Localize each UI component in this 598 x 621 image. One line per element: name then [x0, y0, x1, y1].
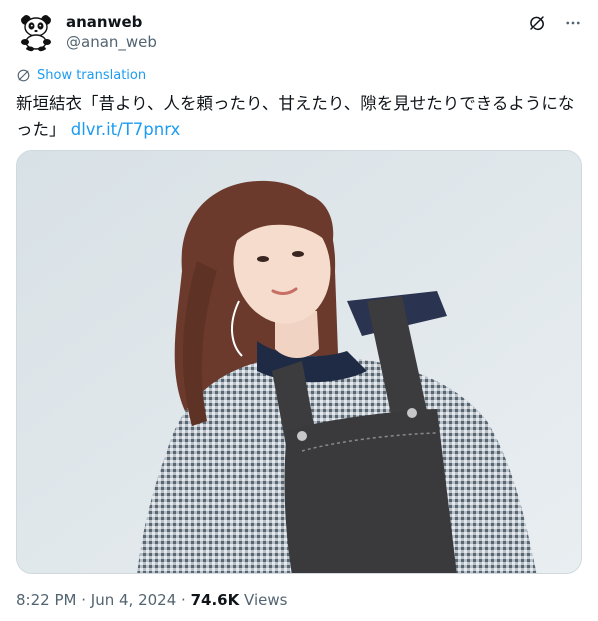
grok-icon	[530, 16, 544, 31]
tweet-time[interactable]: 8:22 PM	[16, 591, 76, 609]
grok-button[interactable]	[524, 10, 550, 36]
author-handle[interactable]: @anan_web	[66, 32, 157, 52]
avatar[interactable]	[16, 12, 56, 52]
more-horizontal-icon	[566, 21, 580, 25]
meta-separator: ·	[81, 591, 87, 609]
more-button[interactable]	[560, 10, 586, 36]
translate-globe-icon	[17, 69, 30, 82]
tweet-text: 新垣結衣「昔より、人を頼ったり、甘えたり、隙を見せたりできるようになった」 dl…	[16, 91, 582, 143]
author-block: ananweb @anan_web	[66, 12, 157, 52]
tweet-photo[interactable]	[16, 150, 582, 574]
photo-illustration	[17, 151, 581, 573]
top-actions	[524, 10, 586, 36]
show-translation-label: Show translation	[37, 68, 147, 83]
tweet-meta: 8:22 PM · Jun 4, 2024 · 74.6K Views	[16, 590, 287, 610]
tweet-link[interactable]: dlvr.it/T7pnrx	[71, 120, 181, 139]
views-count: 74.6K	[190, 591, 240, 609]
show-translation-link[interactable]: Show translation	[16, 68, 146, 83]
views-label: Views	[244, 591, 288, 609]
tweet-date[interactable]: Jun 4, 2024	[91, 591, 176, 609]
panda-icon	[16, 12, 56, 52]
meta-separator: ·	[181, 591, 186, 609]
author-display-name[interactable]: ananweb	[66, 12, 157, 32]
tweet-card: ananweb @anan_web Show translation 新垣結衣「…	[0, 0, 598, 621]
